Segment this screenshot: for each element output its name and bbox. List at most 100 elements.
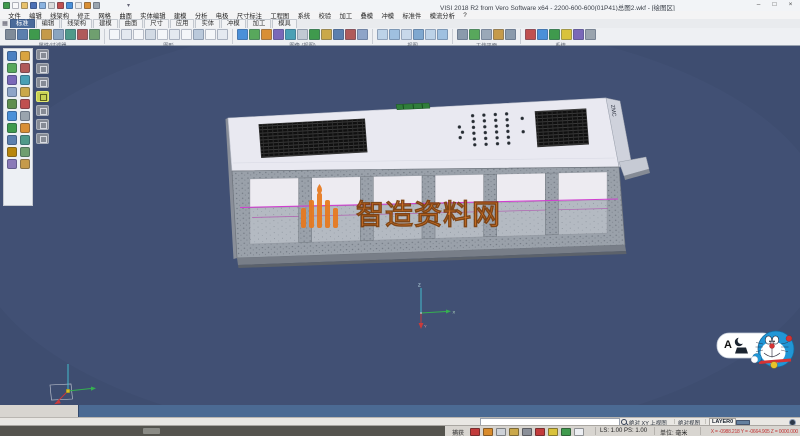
modeling-tool-icon[interactable]: [20, 147, 30, 157]
tab-strip-menu-icon[interactable]: ▦: [0, 20, 10, 28]
maximize-button[interactable]: □: [767, 0, 782, 10]
view-orientation-button[interactable]: [36, 49, 49, 60]
quick-access-icon[interactable]: [75, 2, 82, 9]
modeling-tool-icon[interactable]: [7, 123, 17, 133]
modeling-tool-icon[interactable]: [20, 75, 30, 85]
quick-access-icon[interactable]: [3, 2, 10, 9]
modeling-tool-icon[interactable]: [20, 111, 30, 121]
modeling-tool-icon[interactable]: [7, 135, 17, 145]
command-prompt-area[interactable]: [78, 405, 800, 417]
modeling-tool-icon[interactable]: [7, 75, 17, 85]
modeling-tool-icon[interactable]: [7, 147, 17, 157]
ime-language-letter[interactable]: A: [724, 339, 732, 351]
toolbar-tab[interactable]: 尺寸: [144, 19, 169, 28]
quick-access-overflow-icon[interactable]: ▾: [127, 2, 130, 9]
snap-icon[interactable]: [535, 428, 545, 436]
ribbon-icon[interactable]: [389, 29, 400, 40]
modeling-tool-icon[interactable]: [20, 99, 30, 109]
quick-access-icon[interactable]: [39, 2, 46, 9]
modeling-tool-icon[interactable]: [7, 51, 17, 61]
ribbon-icon[interactable]: [345, 29, 356, 40]
quick-access-icon[interactable]: [57, 2, 64, 9]
toolbar-tab[interactable]: 冲模: [221, 19, 246, 28]
dock-handle[interactable]: [143, 428, 160, 434]
ribbon-icon[interactable]: [377, 29, 388, 40]
snap-icon[interactable]: [496, 428, 506, 436]
toolbar-tab[interactable]: 实体: [195, 19, 220, 28]
view-orientation-button[interactable]: [36, 105, 49, 116]
ribbon-icon[interactable]: [309, 29, 320, 40]
ribbon-icon[interactable]: [457, 29, 468, 40]
view-orientation-button[interactable]: [36, 133, 49, 144]
ribbon-icon[interactable]: [469, 29, 480, 40]
ribbon-icon[interactable]: [53, 29, 64, 40]
toolbar-tab[interactable]: 建模: [93, 19, 118, 28]
ribbon-icon[interactable]: [273, 29, 284, 40]
quick-access-icon[interactable]: [48, 2, 55, 9]
toolbar-tab[interactable]: 加工: [247, 19, 272, 28]
modeling-tool-icon[interactable]: [7, 159, 17, 169]
ribbon-icon[interactable]: [413, 29, 424, 40]
modeling-tool-icon[interactable]: [7, 63, 17, 73]
minimize-button[interactable]: –: [751, 0, 766, 10]
ribbon-icon[interactable]: [217, 29, 228, 40]
modeling-tool-icon[interactable]: [20, 159, 30, 169]
ribbon-icon[interactable]: [401, 29, 412, 40]
ribbon-icon[interactable]: [561, 29, 572, 40]
toolbar-tab[interactable]: 编辑: [36, 19, 61, 28]
close-button[interactable]: ×: [783, 0, 798, 10]
modeling-tool-icon[interactable]: [20, 51, 30, 61]
ribbon-icon[interactable]: [17, 29, 28, 40]
view-orientation-button[interactable]: [36, 119, 49, 130]
snap-icon[interactable]: [548, 428, 558, 436]
toolbar-tab[interactable]: 标准: [10, 19, 35, 28]
modeling-tool-icon[interactable]: [7, 87, 17, 97]
ribbon-icon[interactable]: [357, 29, 368, 40]
menu-item[interactable]: ?: [459, 12, 471, 19]
ribbon-icon[interactable]: [285, 29, 296, 40]
modeling-tool-icon[interactable]: [20, 87, 30, 97]
ribbon-icon[interactable]: [525, 29, 536, 40]
ribbon-icon[interactable]: [481, 29, 492, 40]
modeling-tool-icon[interactable]: [20, 135, 30, 145]
quick-access-icon[interactable]: [66, 2, 73, 9]
view-orientation-button[interactable]: [36, 91, 49, 102]
ribbon-icon[interactable]: [41, 29, 52, 40]
toolbar-tab[interactable]: 模具: [272, 19, 297, 28]
quick-access-icon[interactable]: [12, 2, 19, 9]
modeling-tool-icon[interactable]: [7, 111, 17, 121]
ribbon-icon[interactable]: [437, 29, 448, 40]
ribbon-icon[interactable]: [121, 29, 132, 40]
quick-access-icon[interactable]: [93, 2, 100, 9]
ribbon-icon[interactable]: [169, 29, 180, 40]
ribbon-icon[interactable]: [585, 29, 596, 40]
ribbon-icon[interactable]: [133, 29, 144, 40]
modeling-tool-icon[interactable]: [20, 63, 30, 73]
ribbon-icon[interactable]: [89, 29, 100, 40]
snap-icon[interactable]: [522, 428, 532, 436]
ime-keyboard-icon[interactable]: [735, 348, 748, 354]
ribbon-icon[interactable]: [5, 29, 16, 40]
ribbon-icon[interactable]: [249, 29, 260, 40]
ribbon-icon[interactable]: [493, 29, 504, 40]
toolbar-tab[interactable]: 线架构: [61, 19, 92, 28]
ribbon-icon[interactable]: [261, 29, 272, 40]
ribbon-icon[interactable]: [205, 29, 216, 40]
modeling-tool-icon[interactable]: [7, 99, 17, 109]
view-orientation-button[interactable]: [36, 77, 49, 88]
ribbon-icon[interactable]: [333, 29, 344, 40]
viewport-canvas[interactable]: ZMC 智造资料网: [0, 46, 800, 405]
3d-model-enclosure[interactable]: ZMC: [226, 98, 651, 268]
ribbon-icon[interactable]: [549, 29, 560, 40]
ribbon-icon[interactable]: [65, 29, 76, 40]
ribbon-icon[interactable]: [537, 29, 548, 40]
3d-viewport[interactable]: ZMC 智造资料网: [0, 46, 800, 405]
ribbon-icon[interactable]: [157, 29, 168, 40]
snap-icon[interactable]: [483, 428, 493, 436]
snap-icon[interactable]: [561, 428, 571, 436]
snap-icon[interactable]: [574, 428, 584, 436]
ribbon-icon[interactable]: [193, 29, 204, 40]
ribbon-icon[interactable]: [297, 29, 308, 40]
ribbon-icon[interactable]: [573, 29, 584, 40]
ribbon-icon[interactable]: [505, 29, 516, 40]
